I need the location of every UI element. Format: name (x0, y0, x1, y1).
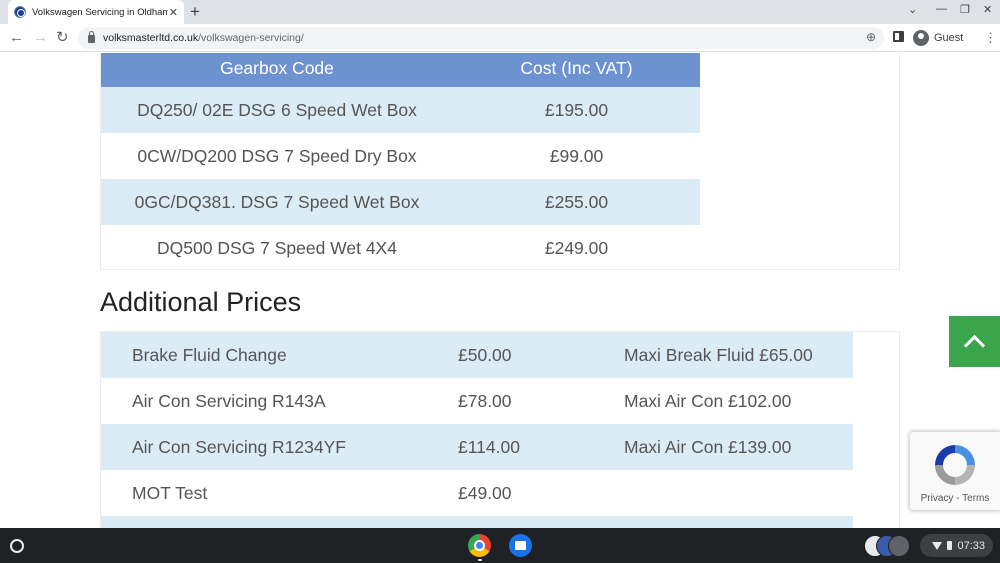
service-cell: Air Con Servicing R143A (132, 390, 326, 411)
additional-prices-title: Additional Prices (100, 287, 302, 317)
restore-icon[interactable]: ❐ (960, 3, 970, 16)
additional-prices-table: Brake Fluid Change £50.00 Maxi Break Flu… (101, 332, 853, 528)
tab-search-icon[interactable]: ⌄ (908, 3, 917, 16)
header-cost: Cost (Inc VAT) (520, 57, 633, 78)
tab-title: Volkswagen Servicing in Oldham (32, 6, 168, 18)
maxi-price-cell: Maxi Break Fluid £65.00 (624, 344, 813, 365)
vw-favicon-icon (14, 6, 26, 18)
url-path: /volkswagen-servicing/ (198, 32, 304, 44)
address-bar[interactable]: volksmasterltd.co.uk/volkswagen-servicin… (78, 27, 884, 49)
gearbox-code-cell: 0CW/DQ200 DSG 7 Speed Dry Box (137, 145, 417, 166)
url-text: volksmasterltd.co.uk/volkswagen-servicin… (103, 32, 304, 44)
profile-button[interactable]: Guest (913, 28, 963, 48)
guest-avatar-icon (913, 30, 929, 46)
price-cell: £49.00 (458, 482, 512, 503)
gearbox-code-cell: 0GC/DQ381. DSG 7 Speed Wet Box (134, 191, 420, 212)
link-separator: - (953, 493, 963, 504)
service-cell: Brake Fluid Change (132, 344, 287, 365)
tab-strip: Volkswagen Servicing in Oldham ✕ + ⌄ — ❐… (0, 0, 1000, 24)
new-tab-button[interactable]: + (190, 2, 200, 22)
files-app-icon[interactable] (509, 534, 532, 557)
privacy-link[interactable]: Privacy (921, 493, 954, 504)
cost-cell: £195.00 (544, 99, 609, 120)
table-row: DQ250/ 02E DSG 6 Speed Wet Box £195.00 (101, 87, 700, 133)
gearbox-code-cell: DQ500 DSG 7 Speed Wet 4X4 (157, 237, 397, 258)
recaptcha-logo-icon (935, 445, 975, 485)
table-row: 0CW/DQ200 DSG 7 Speed Dry Box £99.00 (101, 133, 700, 179)
minimize-icon[interactable]: — (936, 3, 947, 15)
chevron-up-icon (963, 334, 986, 356)
wifi-icon (932, 541, 943, 550)
terms-link[interactable]: Terms (962, 493, 989, 504)
browser-tab[interactable]: Volkswagen Servicing in Oldham ✕ (8, 0, 184, 24)
table-row: Air Con Servicing R143A £78.00 Maxi Air … (101, 378, 853, 424)
side-panel-icon[interactable] (893, 31, 904, 42)
table-header-row: Gearbox Code Cost (Inc VAT) (101, 53, 700, 87)
service-cell: Air Con Servicing R1234YF (132, 436, 346, 457)
profile-label: Guest (934, 32, 964, 44)
cost-cell: £99.00 (549, 145, 604, 166)
running-indicator (478, 559, 482, 561)
reload-icon[interactable]: ↻ (56, 29, 69, 47)
maxi-price-cell: Maxi Air Con £139.00 (624, 436, 792, 457)
price-cell: £78.00 (458, 390, 512, 411)
price-cell: £50.00 (458, 344, 512, 365)
forward-icon[interactable]: → (33, 29, 48, 47)
account-avatar-icon (888, 535, 910, 557)
menu-icon[interactable]: ⋮ (984, 29, 997, 47)
price-cell: £114.00 (458, 436, 520, 457)
table-row (101, 516, 853, 528)
web-page: Gearbox Code Cost (Inc VAT) DQ250/ 02E D… (0, 53, 1000, 528)
maxi-price-cell: Maxi Air Con £102.00 (624, 390, 792, 411)
table-row: DQ500 DSG 7 Speed Wet 4X4 £249.00 (101, 225, 700, 271)
table-row: Air Con Servicing R1234YF £114.00 Maxi A… (101, 424, 853, 470)
zoom-icon[interactable]: ⊕ (866, 30, 876, 44)
table-row: Brake Fluid Change £50.00 Maxi Break Flu… (101, 332, 853, 378)
launcher-icon[interactable] (10, 539, 24, 553)
tab-close-icon[interactable]: ✕ (169, 6, 178, 19)
header-gearbox-code: Gearbox Code (220, 57, 334, 78)
recaptcha-badge[interactable]: Privacy - Terms (910, 432, 1000, 510)
url-host: volksmasterltd.co.uk (103, 32, 199, 44)
table-row: MOT Test £49.00 (101, 470, 853, 516)
status-tray[interactable]: 07:33 (920, 534, 993, 557)
battery-icon (947, 541, 953, 550)
gearbox-code-cell: DQ250/ 02E DSG 6 Speed Wet Box (137, 99, 417, 120)
cost-cell: £255.00 (544, 191, 609, 212)
browser-toolbar: ← → ↻ volksmasterltd.co.uk/volkswagen-se… (0, 24, 1000, 52)
back-icon[interactable]: ← (9, 29, 24, 47)
cost-cell: £249.00 (544, 237, 609, 258)
lock-icon (88, 31, 95, 43)
gearbox-table: Gearbox Code Cost (Inc VAT) DQ250/ 02E D… (101, 53, 700, 271)
clock: 07:33 (957, 539, 985, 552)
recaptcha-links: Privacy - Terms (910, 493, 1000, 504)
chrome-app-icon[interactable] (468, 534, 491, 557)
tray-avatars[interactable] (864, 535, 912, 557)
service-cell: MOT Test (132, 482, 208, 503)
table-row: 0GC/DQ381. DSG 7 Speed Wet Box £255.00 (101, 179, 700, 225)
close-window-icon[interactable]: ✕ (983, 3, 992, 16)
os-shelf: 07:33 (0, 528, 1000, 563)
scroll-to-top-button[interactable] (949, 316, 1000, 367)
